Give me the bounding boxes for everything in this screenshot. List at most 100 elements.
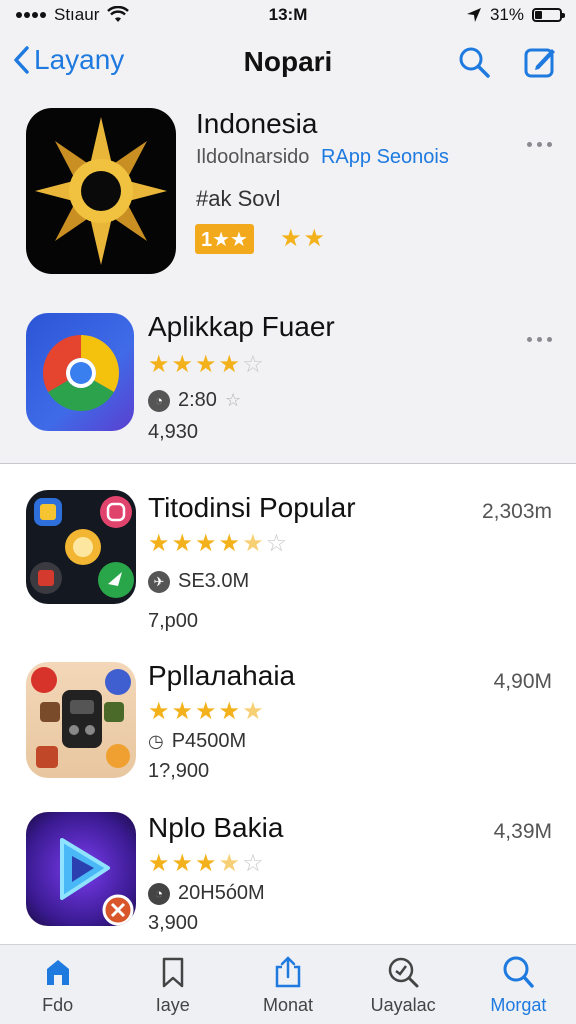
bookmark-icon <box>162 957 184 988</box>
popular-apps-list: Titodinsi Popular 2,303m ★ ★ ★ ★ ★ ☆ ✈ SE3.0M… <box>0 464 576 944</box>
app-title: Aplikkap Fuaer <box>148 311 335 342</box>
star-rating: ★ ★ ★ ★ ☆ <box>148 852 264 876</box>
battery-icon <box>532 8 565 22</box>
app-subtitle-link[interactable]: RApp Seonois <box>321 146 449 168</box>
app-meta: ◷ P4500M <box>148 730 246 753</box>
tab-label: Iaye <box>155 995 190 1015</box>
star-outline-icon: ☆ <box>224 390 242 410</box>
star-icon: ★ <box>195 850 217 877</box>
star-icon: ★ <box>171 530 194 557</box>
star-icon: ★ <box>242 530 264 557</box>
star-icon: ★ <box>242 698 264 725</box>
search-icon <box>503 956 535 988</box>
game-character-icon[interactable] <box>26 662 136 778</box>
status-bar: Stıaur 13:M 31% <box>0 0 576 30</box>
star-icon: ★ <box>171 351 194 378</box>
app-meta: ✈ SE3.0M <box>148 570 249 593</box>
status-left: Stıaur <box>16 5 130 25</box>
list-item[interactable]: Titodinsi Popular 2,303m ★ ★ ★ ★ ★ ☆ ✈ SE3.0M… <box>0 486 576 636</box>
clock-badge-icon: ◔ <box>148 882 170 905</box>
tab-label: Uayalac <box>370 995 436 1015</box>
compose-icon[interactable] <box>522 44 558 80</box>
golden-sun-icon[interactable] <box>26 108 176 274</box>
tab-bookmarks[interactable]: Iaye <box>118 955 228 1016</box>
tab-search[interactable]: Morgat <box>463 955 573 1016</box>
app-size: 4,39M <box>493 820 552 843</box>
tab-explore[interactable]: Uayalac <box>348 955 458 1016</box>
app-download-count: 3,900 <box>148 912 199 934</box>
star-icon: ★ <box>148 698 170 725</box>
star-icon: ★ <box>148 530 170 557</box>
back-button[interactable]: Layany <box>12 44 124 76</box>
app-tag: #ak Sovl <box>196 186 281 211</box>
location-arrow-icon <box>466 8 481 22</box>
running-badge-icon: ✈ <box>148 570 170 593</box>
app-download-count: 7,p00 <box>148 610 199 632</box>
tab-label: Monat <box>262 995 313 1015</box>
app-collage-icon[interactable] <box>26 490 136 604</box>
clock-badge-icon: ◔ <box>148 389 170 412</box>
more-options-button[interactable] <box>525 331 554 348</box>
list-item[interactable]: Ppllaлahaia 4,90M ★ ★ ★ ★ ★ ◷ P4500M 1?,900 <box>0 660 576 800</box>
signal-icon <box>16 12 46 18</box>
search-magnify-icon <box>388 957 419 988</box>
star-icon: ★ <box>218 351 241 378</box>
tab-label: Morgat <box>490 995 547 1015</box>
rating-badge: 1★★ <box>195 224 254 254</box>
app-meta-value: P4500M <box>171 730 247 752</box>
status-right: 31% <box>466 5 565 25</box>
featured-app-row[interactable]: Aplikkap Fuaer ★ ★ ★ ★ ☆ ◔ 2:80 ☆ 4,930 <box>0 301 576 461</box>
play-video-icon[interactable] <box>26 812 136 926</box>
app-meta: ◔ 20H5ó0M <box>148 882 265 905</box>
app-size: 4,90M <box>493 670 552 693</box>
star-rating: ★ ★ ★ ★ ★ <box>148 700 264 724</box>
list-item[interactable]: Nplo Bakia 4,39M ★ ★ ★ ★ ☆ ◔ 20H5ó0M 3,900 <box>0 810 576 944</box>
nav-actions <box>456 44 558 80</box>
wifi-icon <box>107 6 130 22</box>
chevron-left-icon <box>14 46 29 74</box>
tab-home[interactable]: Fdo <box>3 955 113 1016</box>
app-download-count: 1?,900 <box>148 760 210 782</box>
app-title: Indonesia <box>196 108 318 139</box>
app-download-count: 4,930 <box>148 421 199 443</box>
star-icon: ★ <box>148 850 170 877</box>
star-rating: ★ ★ ★ ★ ★ ☆ <box>148 532 287 556</box>
home-icon <box>46 960 69 985</box>
star-icon: ★ <box>195 698 217 725</box>
app-subtitle-gray: Ildoolnarsido <box>196 146 310 168</box>
star-icon: ★ <box>195 530 217 557</box>
app-title: Ppllaлahaia <box>148 660 296 691</box>
star-icon: ★ <box>218 850 241 877</box>
featured-app-row[interactable]: Indonesia Ildoolnarsido RApp Seonois #ak… <box>0 96 576 286</box>
battery-level <box>535 11 543 19</box>
more-options-button[interactable] <box>525 136 554 153</box>
navigation-bar: Layany Nopari <box>0 30 576 96</box>
star-icon: ☆ <box>242 850 264 877</box>
app-meta-value: 20H5ó0M <box>178 882 265 904</box>
star-icon: ☆ <box>265 530 288 557</box>
tab-share[interactable]: Monat <box>233 955 343 1016</box>
featured-section: Indonesia Ildoolnarsido RApp Seonois #ak… <box>0 96 576 464</box>
star-icon: ★ <box>171 850 194 877</box>
star-icon: ★ <box>195 351 217 378</box>
app-meta-value: SE3.0M <box>178 570 250 592</box>
app-meta: ◔ 2:80 ☆ <box>148 389 241 412</box>
app-title: Titodinsi Popular <box>148 492 356 523</box>
star-icon: ★ <box>218 530 241 557</box>
clock-icon: ◷ <box>148 731 164 751</box>
app-subtitle: Ildoolnarsido RApp Seonois <box>196 146 449 169</box>
star-icon: ★ <box>303 225 326 252</box>
share-icon <box>275 956 301 988</box>
chrome-logo-icon[interactable] <box>26 313 134 431</box>
app-meta-value: 2:80 <box>178 389 217 411</box>
tab-bar: Fdo Iaye Monat Uayalac Morgat <box>0 944 576 1024</box>
app-size: 2,303m <box>481 500 552 523</box>
star-icon: ★ <box>280 225 302 252</box>
star-rating: ★ ★ <box>280 227 325 251</box>
star-icon: ★ <box>171 698 194 725</box>
star-icon: ☆ <box>242 351 264 378</box>
star-icon: ★ <box>218 698 241 725</box>
tab-label: Fdo <box>42 995 74 1015</box>
star-icon: ★ <box>148 351 170 378</box>
search-icon[interactable] <box>456 44 492 80</box>
